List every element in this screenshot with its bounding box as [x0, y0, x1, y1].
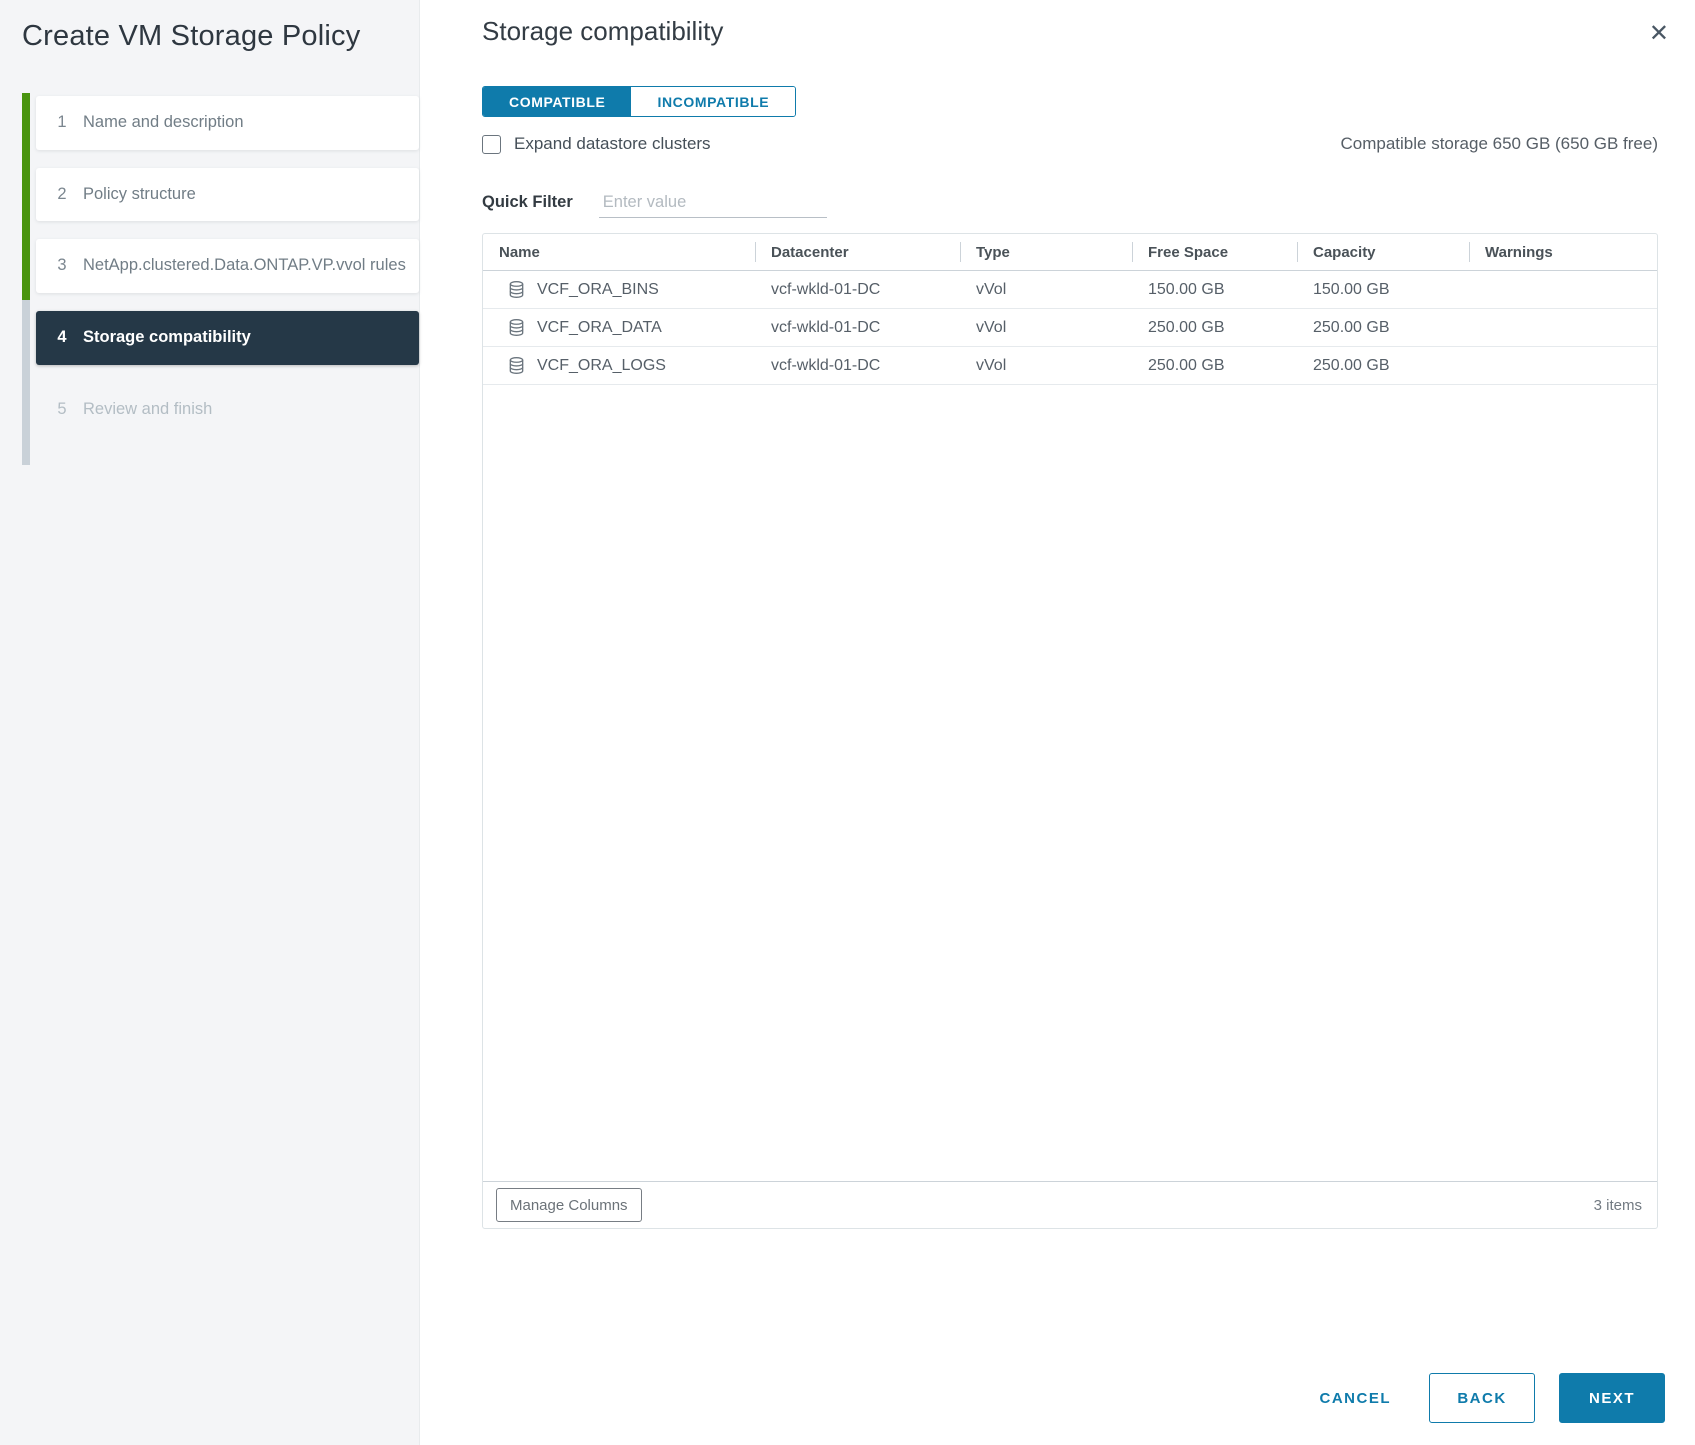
table-footer: Manage Columns 3 items [483, 1181, 1657, 1228]
close-icon[interactable]: ✕ [1649, 22, 1669, 46]
datastore-free-space: 250.00 GB [1132, 357, 1297, 375]
column-header-datacenter[interactable]: Datacenter [755, 234, 960, 270]
datastore-type: vVol [960, 357, 1132, 375]
datastore-type: vVol [960, 281, 1132, 299]
table-header-row: Name Datacenter Type Free Space Capacity… [483, 234, 1657, 271]
quick-filter-label: Quick Filter [482, 193, 573, 212]
column-header-type[interactable]: Type [960, 234, 1132, 270]
step-label: Policy structure [83, 182, 196, 208]
next-button[interactable]: NEXT [1559, 1373, 1665, 1423]
page-title: Storage compatibility [482, 16, 1658, 47]
datastore-type: vVol [960, 319, 1132, 337]
datastore-free-space: 250.00 GB [1132, 319, 1297, 337]
compatible-storage-summary: Compatible storage 650 GB (650 GB free) [1341, 134, 1659, 154]
datastore-name: VCF_ORA_LOGS [537, 357, 666, 375]
wizard-steps: 1 Name and description 2 Policy structur… [36, 96, 419, 454]
table-row[interactable]: VCF_ORA_LOGS vcf-wkld-01-DC vVol 250.00 … [483, 347, 1657, 385]
wizard-progress-todo [22, 300, 30, 465]
checkbox-icon[interactable] [482, 135, 501, 154]
datastore-capacity: 250.00 GB [1297, 357, 1469, 375]
compatible-storage-table: Name Datacenter Type Free Space Capacity… [482, 233, 1658, 1229]
column-header-capacity[interactable]: Capacity [1297, 234, 1469, 270]
wizard-progress-track [22, 93, 30, 465]
step-number: 1 [55, 113, 69, 132]
datastore-icon [507, 280, 526, 299]
datastore-icon [507, 356, 526, 375]
datastore-icon [507, 318, 526, 337]
datastore-datacenter: vcf-wkld-01-DC [755, 319, 960, 337]
step-number: 2 [55, 185, 69, 204]
step-number: 4 [55, 328, 69, 347]
filter-row: Expand datastore clusters Compatible sto… [482, 134, 1658, 154]
wizard-step-name-and-description[interactable]: 1 Name and description [36, 96, 419, 150]
storage-compatibility-panel: Storage compatibility ✕ COMPATIBLE INCOM… [420, 0, 1695, 1445]
wizard-step-vvol-rules[interactable]: 3 NetApp.clustered.Data.ONTAP.VP.vvol ru… [36, 239, 419, 293]
quick-filter-input[interactable] [599, 191, 827, 218]
datastore-free-space: 150.00 GB [1132, 281, 1297, 299]
items-count: 3 items [1594, 1197, 1642, 1214]
incompatible-tab[interactable]: INCOMPATIBLE [631, 87, 795, 116]
datastore-datacenter: vcf-wkld-01-DC [755, 281, 960, 299]
wizard-step-policy-structure[interactable]: 2 Policy structure [36, 168, 419, 222]
back-button[interactable]: BACK [1429, 1373, 1535, 1423]
compatibility-toggle: COMPATIBLE INCOMPATIBLE [482, 86, 796, 117]
step-label: Name and description [83, 110, 244, 136]
step-label: Review and finish [83, 397, 212, 423]
table-empty-area [483, 385, 1657, 1181]
column-header-warnings[interactable]: Warnings [1469, 234, 1657, 270]
expand-datastore-clusters-checkbox[interactable]: Expand datastore clusters [482, 134, 711, 154]
wizard-progress-done [22, 93, 30, 300]
column-header-free-space[interactable]: Free Space [1132, 234, 1297, 270]
cancel-button[interactable]: CANCEL [1320, 1390, 1392, 1407]
wizard-sidebar: Create VM Storage Policy 1 Name and desc… [0, 0, 420, 1445]
wizard-step-review-and-finish: 5 Review and finish [36, 383, 419, 437]
column-header-name[interactable]: Name [483, 234, 755, 270]
table-row[interactable]: VCF_ORA_DATA vcf-wkld-01-DC vVol 250.00 … [483, 309, 1657, 347]
datastore-name: VCF_ORA_DATA [537, 319, 662, 337]
quick-filter-row: Quick Filter [482, 191, 1658, 218]
step-number: 5 [55, 400, 69, 419]
manage-columns-button[interactable]: Manage Columns [496, 1188, 642, 1222]
step-number: 3 [55, 256, 69, 275]
datastore-datacenter: vcf-wkld-01-DC [755, 357, 960, 375]
step-label: NetApp.clustered.Data.ONTAP.VP.vvol rule… [83, 253, 406, 279]
wizard-step-storage-compatibility[interactable]: 4 Storage compatibility [36, 311, 419, 365]
wizard-actions: CANCEL BACK NEXT [1320, 1373, 1666, 1423]
wizard-title: Create VM Storage Policy [22, 20, 419, 53]
datastore-capacity: 250.00 GB [1297, 319, 1469, 337]
step-label: Storage compatibility [83, 325, 251, 351]
table-row[interactable]: VCF_ORA_BINS vcf-wkld-01-DC vVol 150.00 … [483, 271, 1657, 309]
expand-datastore-clusters-label: Expand datastore clusters [514, 134, 711, 154]
compatible-tab[interactable]: COMPATIBLE [483, 87, 631, 116]
datastore-capacity: 150.00 GB [1297, 281, 1469, 299]
datastore-name: VCF_ORA_BINS [537, 281, 659, 299]
